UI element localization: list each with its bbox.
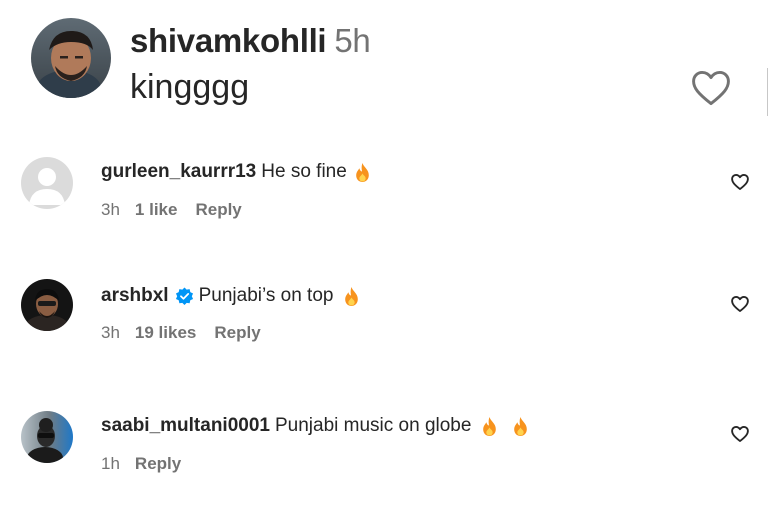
comment-meta: 3h 1 like Reply (101, 200, 242, 220)
fire-icon (514, 416, 528, 436)
avatar[interactable] (21, 157, 73, 209)
comment-body: saabi_multani0001 Punjabi music on globe (101, 415, 529, 437)
comment-text: kingggg (130, 68, 250, 106)
fire-icon (355, 162, 369, 182)
reply-button[interactable]: Reply (135, 454, 181, 474)
heart-icon (692, 70, 730, 106)
heart-icon (731, 426, 749, 442)
heart-icon (731, 174, 749, 190)
comment-header: shivamkohlli 5h (130, 22, 371, 60)
comment-time: 3h (101, 200, 120, 219)
comment-time: 3h (101, 323, 120, 342)
verified-badge-icon (175, 286, 193, 305)
comment-item: arshbxl Punjabi’s on top 3h 19 likes Rep… (0, 274, 770, 354)
comment-text: He so fine (261, 161, 347, 182)
like-button[interactable] (730, 424, 750, 444)
avatar[interactable] (31, 18, 111, 98)
comment-time: 1h (101, 454, 120, 473)
like-button[interactable] (689, 66, 733, 110)
main-comment: shivamkohlli 5h kingggg (0, 0, 770, 130)
fire-icon (345, 286, 359, 306)
likes-count[interactable]: 1 like (135, 200, 178, 220)
comment-body: arshbxl Punjabi’s on top (101, 285, 360, 307)
comment-item: saabi_multani0001 Punjabi music on globe… (0, 406, 770, 486)
comment-meta: 3h 19 likes Reply (101, 323, 261, 343)
avatar[interactable] (21, 411, 73, 463)
comments-panel: shivamkohlli 5h kingggg gurleen_kaurrr13 … (0, 0, 770, 515)
reply-button[interactable]: Reply (195, 200, 241, 220)
like-button[interactable] (730, 294, 750, 314)
comment-meta: 1h Reply (101, 454, 181, 474)
comment-item: gurleen_kaurrr13 He so fine 3h 1 like Re… (0, 150, 770, 230)
comment-time: 5h (334, 22, 371, 59)
comment-body: gurleen_kaurrr13 He so fine (101, 161, 371, 183)
username[interactable]: shivamkohlli (130, 22, 327, 59)
heart-icon (731, 296, 749, 312)
username[interactable]: saabi_multani0001 (101, 415, 270, 437)
comment-text: Punjabi music on globe (274, 415, 472, 436)
comment-text: Punjabi’s on top (198, 285, 334, 306)
avatar[interactable] (21, 279, 73, 331)
username[interactable]: arshbxl (101, 285, 169, 307)
reply-button[interactable]: Reply (214, 323, 260, 343)
username[interactable]: gurleen_kaurrr13 (101, 161, 256, 183)
like-button[interactable] (730, 172, 750, 192)
likes-count[interactable]: 19 likes (135, 323, 196, 343)
fire-icon (483, 416, 497, 436)
